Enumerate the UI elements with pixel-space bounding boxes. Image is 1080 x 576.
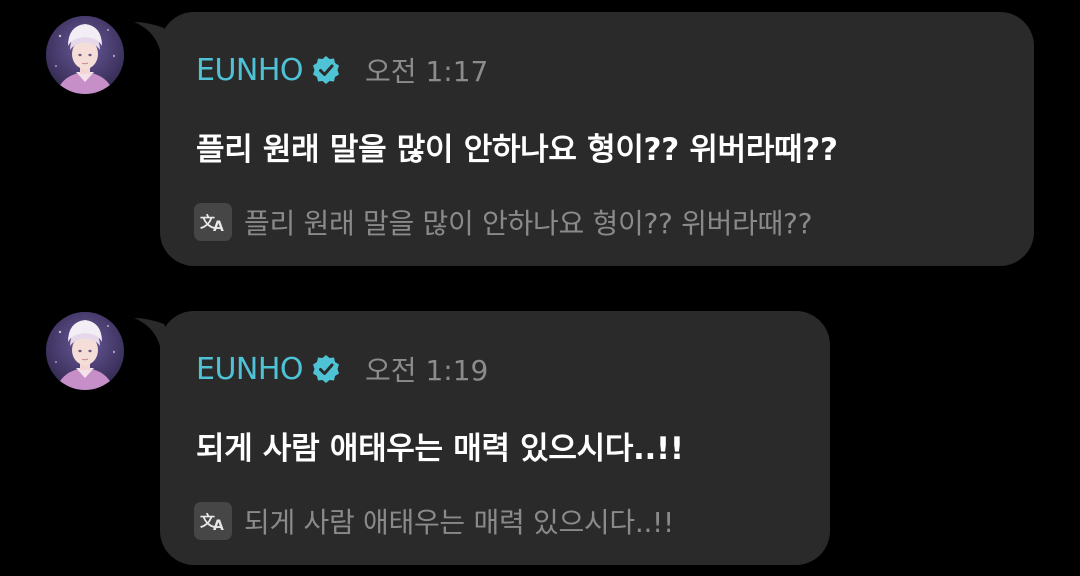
message-time: 오전 1:19 [365, 354, 489, 387]
message-header: EUNHO 오전 1:17 [196, 50, 488, 90]
translation-text: 되게 사람 애태우는 매력 있으시다..!! [244, 506, 674, 539]
translation-row: 文 A 플리 원래 말을 많이 안하나요 형이?? 위버라때?? [194, 202, 812, 242]
message-time: 오전 1:17 [365, 55, 489, 88]
avatar[interactable] [46, 312, 124, 390]
sender-name[interactable]: EUNHO [196, 352, 304, 387]
translation-text: 플리 원래 말을 많이 안하나요 형이?? 위버라때?? [244, 207, 813, 240]
message-bubble[interactable]: EUNHO 오전 1:19 되게 사람 애태우는 매력 있으시다..!! 文 A… [160, 311, 830, 565]
avatar[interactable] [46, 16, 124, 94]
message-text: 플리 원래 말을 많이 안하나요 형이?? 위버라때?? [196, 132, 838, 168]
verified-badge-icon [311, 55, 341, 85]
sender-name[interactable]: EUNHO [196, 53, 304, 88]
message-header: EUNHO 오전 1:19 [196, 349, 488, 389]
message-bubble[interactable]: EUNHO 오전 1:17 플리 원래 말을 많이 안하나요 형이?? 위버라때… [160, 12, 1034, 266]
translation-row: 文 A 되게 사람 애태우는 매력 있으시다..!! [194, 501, 674, 541]
translate-icon[interactable]: 文 A [194, 203, 232, 241]
verified-badge-icon [311, 354, 341, 384]
message-text: 되게 사람 애태우는 매력 있으시다..!! [196, 431, 684, 467]
svg-text:A: A [213, 219, 224, 234]
translate-icon[interactable]: 文 A [194, 502, 232, 540]
svg-text:A: A [213, 518, 224, 533]
